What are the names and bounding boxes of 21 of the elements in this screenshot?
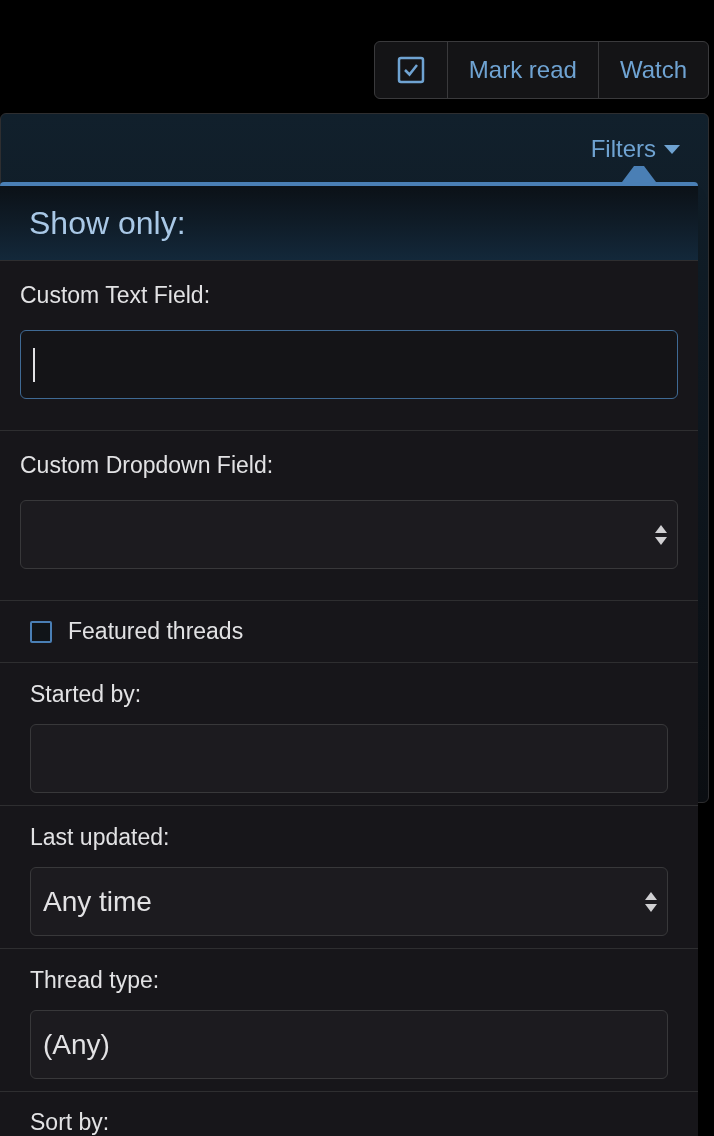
field-label: Thread type: xyxy=(30,966,161,994)
text-field[interactable] xyxy=(30,724,668,793)
select-arrows-icon xyxy=(655,523,667,546)
field-label: Last updated: xyxy=(30,823,171,851)
featured-checkbox[interactable]: Featured threads xyxy=(30,614,244,649)
text-field[interactable] xyxy=(20,330,678,399)
field-label: Started by: xyxy=(30,680,143,708)
field-label: Custom Text Field: xyxy=(20,281,212,309)
caret-icon xyxy=(664,144,680,154)
field-label: Custom Dropdown Field: xyxy=(20,451,275,479)
menu-title: Show only: xyxy=(29,204,186,243)
select-field[interactable]: Any time xyxy=(30,867,668,936)
checkbox-icon xyxy=(396,56,425,84)
filters-button[interactable]: Filters xyxy=(590,134,680,164)
text-field[interactable]: (Any) xyxy=(30,1010,668,1079)
select-arrows-icon xyxy=(645,890,657,913)
toolbar-button[interactable]: Watch xyxy=(597,42,708,98)
select-field[interactable] xyxy=(20,500,678,569)
text-cursor xyxy=(33,347,35,382)
toolbar-button[interactable]: Mark read xyxy=(446,42,598,98)
field-label: Sort by: xyxy=(30,1108,111,1136)
